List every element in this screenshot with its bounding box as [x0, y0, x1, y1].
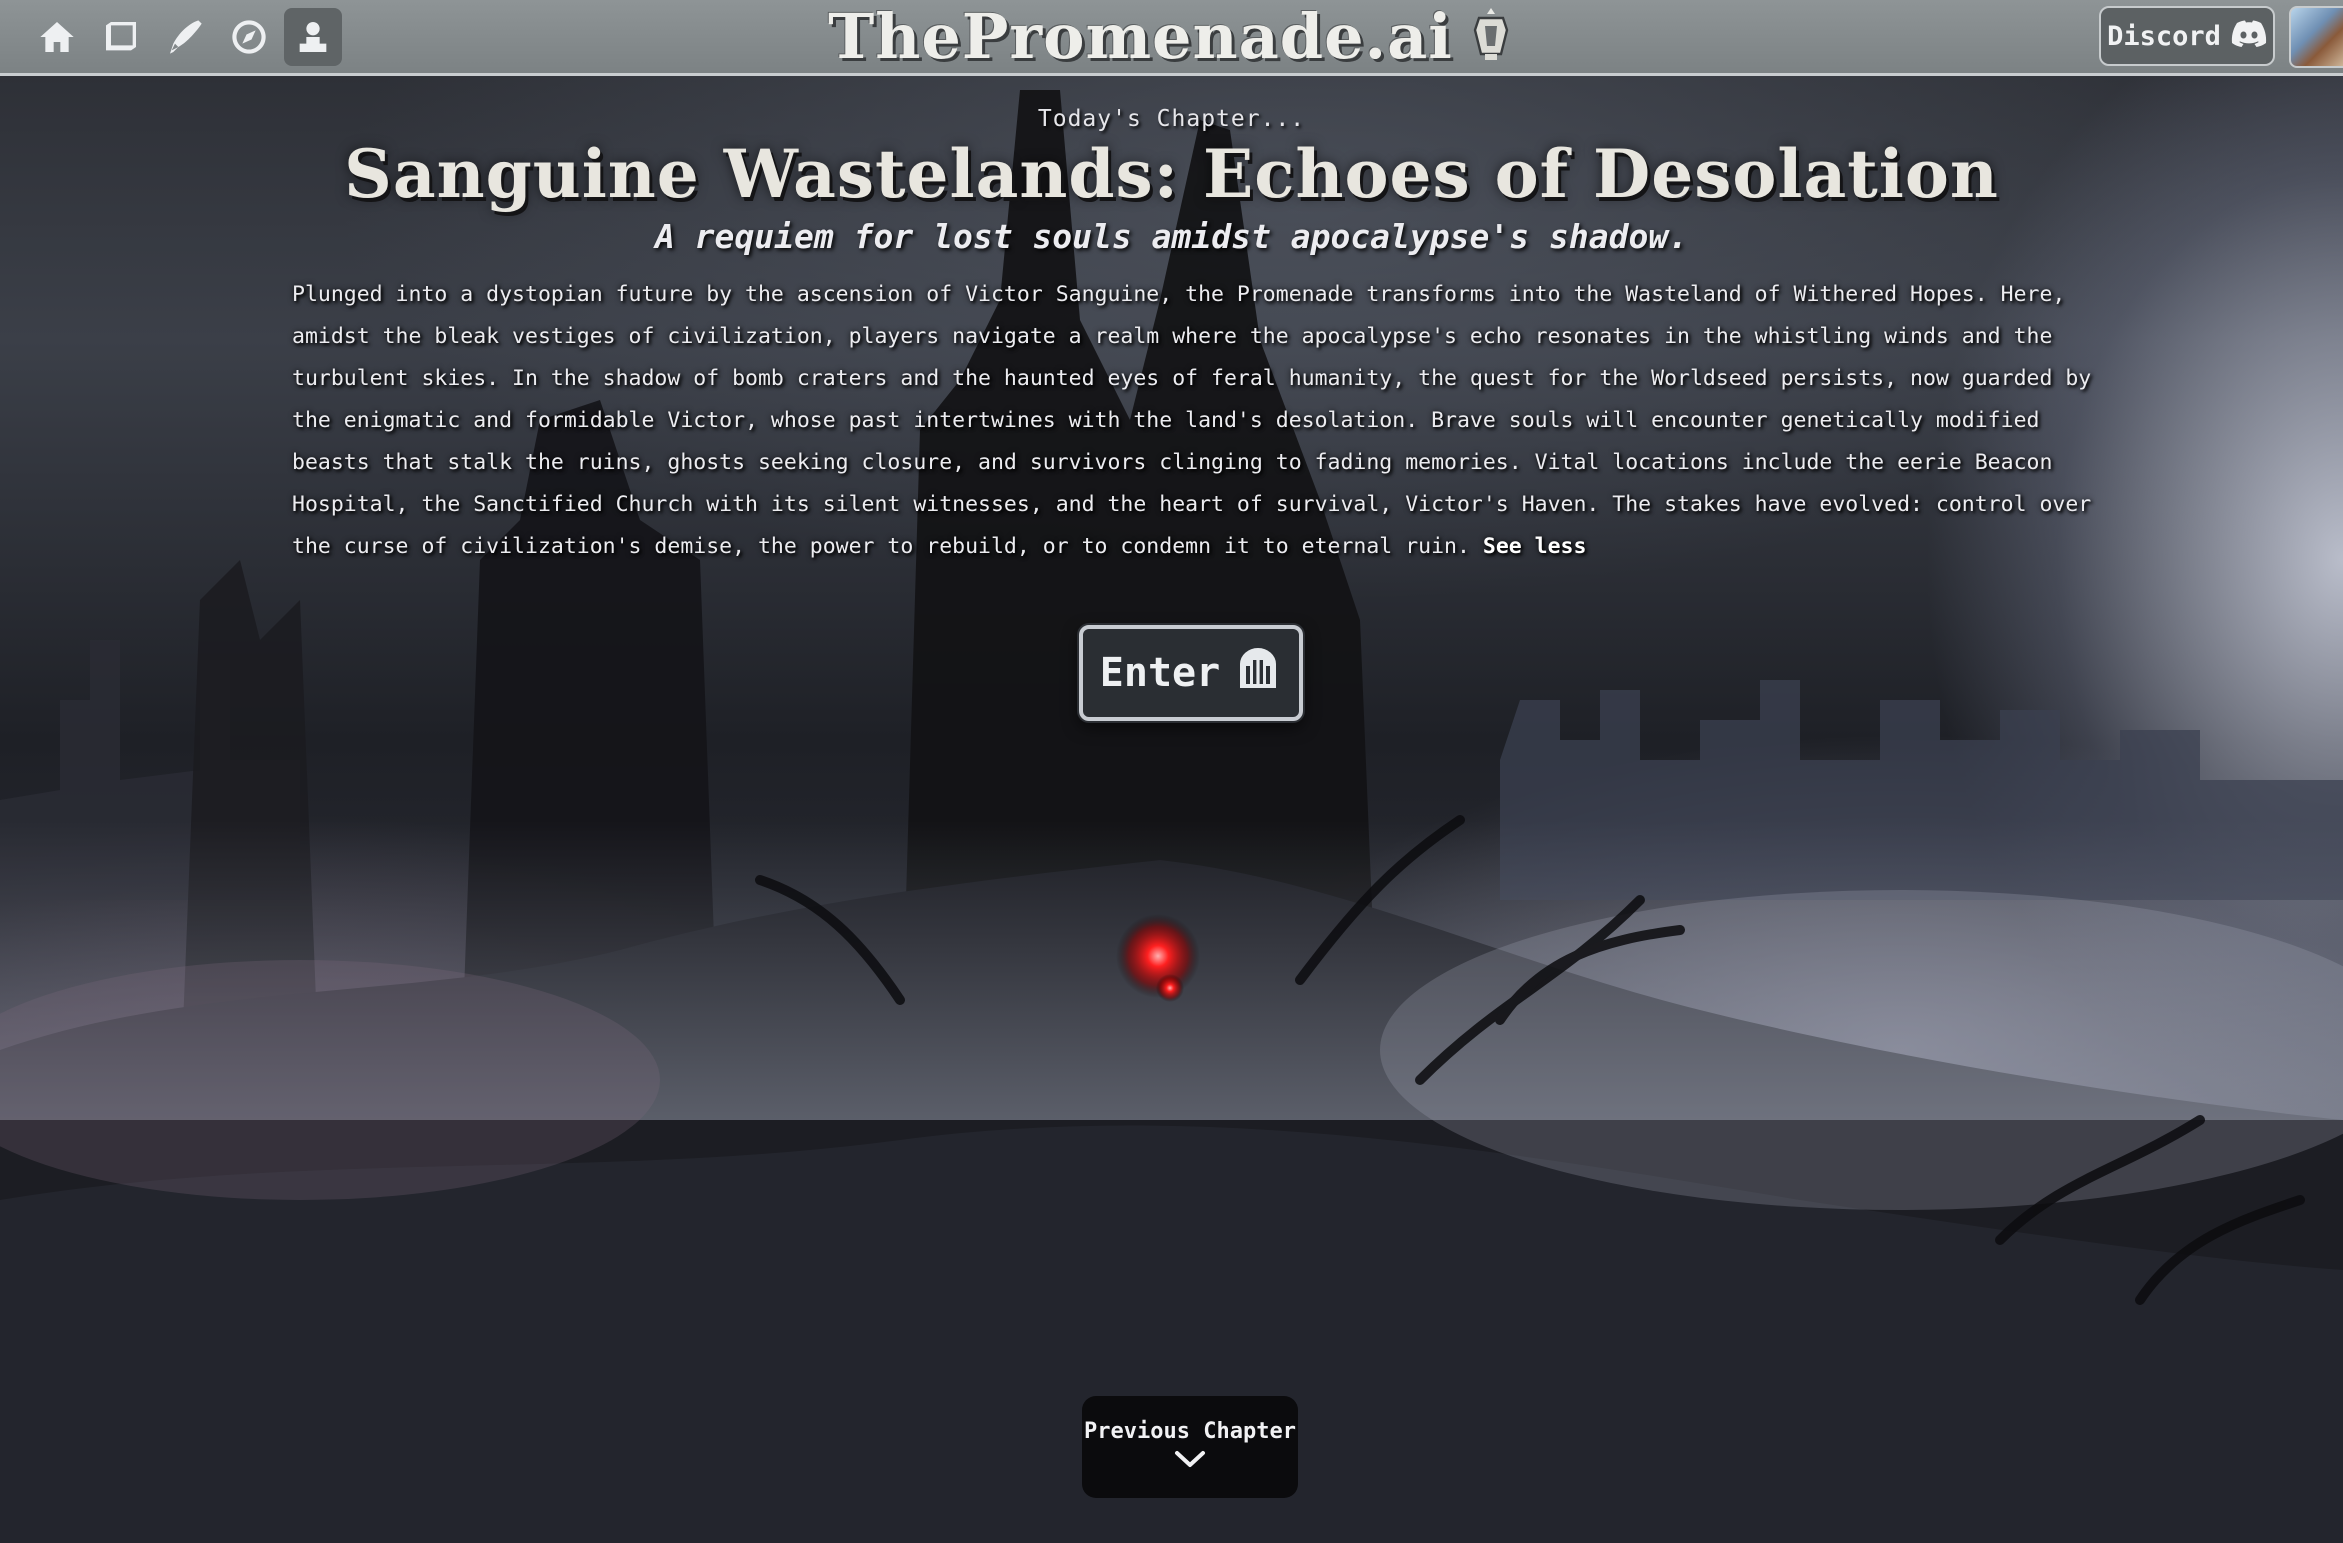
quill-icon[interactable]	[156, 8, 214, 66]
compass-icon[interactable]	[220, 8, 278, 66]
discord-button[interactable]: Discord	[2099, 6, 2275, 66]
top-navigation-bar: ThePromenade.ai Discord	[0, 0, 2343, 76]
previous-chapter-label: Previous Chapter	[1084, 1418, 1296, 1444]
previous-chapter-button[interactable]: Previous Chapter	[1082, 1396, 1298, 1498]
discord-icon	[2231, 19, 2267, 54]
book-icon[interactable]	[92, 8, 150, 66]
see-less-link[interactable]: See less	[1483, 534, 1587, 559]
chapter-description-text: Plunged into a dystopian future by the a…	[292, 282, 2092, 559]
user-avatar[interactable]	[2289, 6, 2343, 68]
chapter-tagline: A requiem for lost souls amidst apocalyp…	[654, 216, 1689, 256]
nav-icon-group	[28, 8, 342, 66]
chapter-title: Sanguine Wastelands: Echoes of Desolatio…	[344, 135, 1999, 213]
gate-icon	[1234, 644, 1282, 702]
chapter-description: Plunged into a dystopian future by the a…	[292, 274, 2092, 568]
discord-label: Discord	[2107, 20, 2221, 52]
profile-icon[interactable]	[284, 8, 342, 66]
home-icon[interactable]	[28, 8, 86, 66]
chevron-down-icon	[1173, 1448, 1207, 1476]
chapter-kicker: Today's Chapter...	[1037, 106, 1306, 132]
lantern-logo-icon	[1467, 6, 1515, 66]
brand: ThePromenade.ai	[0, 0, 2343, 73]
enter-button[interactable]: Enter	[1079, 625, 1303, 721]
chapter-header: Today's Chapter... Sanguine Wastelands: …	[0, 106, 2343, 256]
brand-name: ThePromenade.ai	[828, 0, 1453, 73]
enter-label: Enter	[1099, 650, 1221, 696]
